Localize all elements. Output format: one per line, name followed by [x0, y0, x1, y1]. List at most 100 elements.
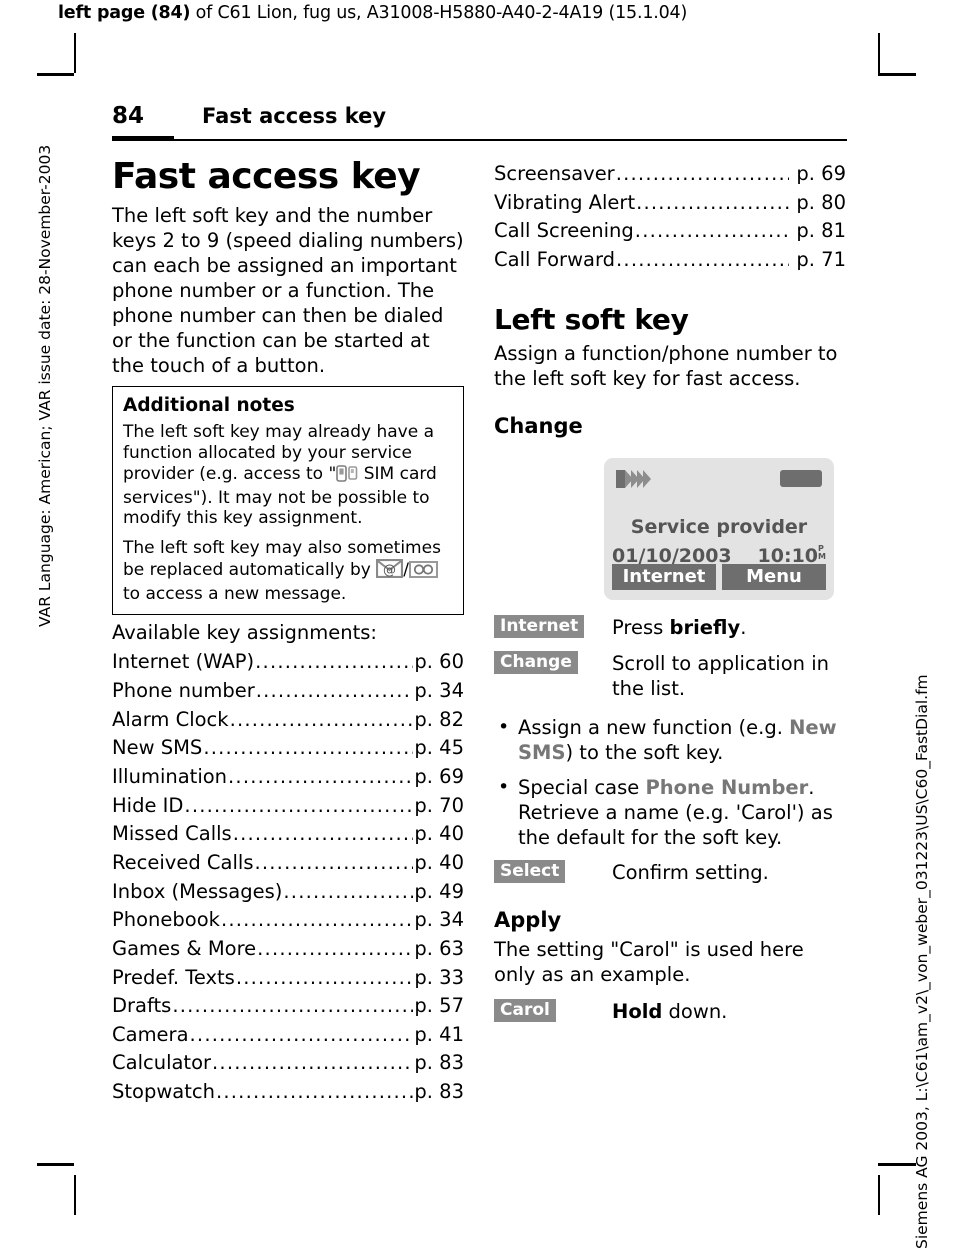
subsection-title-apply: Apply — [494, 908, 562, 933]
crop-mark-bottom-left-vertical — [74, 1175, 76, 1215]
list-item: Screensaver.............................… — [494, 160, 846, 189]
dot-leader: ........................................… — [232, 822, 414, 846]
crop-mark-top-left-vertical — [74, 33, 76, 73]
list-item-label: Call Screening — [494, 219, 634, 243]
list-item-label: Predef. Texts — [112, 965, 235, 989]
phone-softkey-bar: Internet Menu — [612, 563, 826, 590]
list-item-page-ref: p. 33 — [414, 965, 464, 989]
dot-leader: ........................................… — [220, 908, 414, 932]
section-title-left-soft-key: Left soft key — [494, 302, 689, 336]
list-item-page-ref: p. 82 — [414, 707, 464, 731]
list-item: Call Screening..........................… — [494, 217, 846, 246]
assignments-list-continued: Screensaver.............................… — [494, 160, 846, 275]
list-item-page-ref: p. 71 — [796, 247, 846, 271]
list-item-page-ref: p. 69 — [796, 162, 846, 185]
list-item: Phonebook...............................… — [112, 906, 464, 935]
dot-leader: ........................................… — [257, 936, 414, 960]
list-item: Games & More............................… — [112, 935, 464, 964]
step-text-bold: Hold — [612, 1000, 663, 1024]
list-item-label: New SMS — [112, 736, 203, 760]
list-item-page-ref: p. 34 — [414, 678, 464, 702]
dot-leader: ........................................… — [235, 965, 414, 989]
phone-provider-label: Service provider — [630, 515, 808, 538]
running-head: left page (84) of C61 Lion, fug us, A310… — [58, 3, 687, 23]
list-item-page-ref: p. 63 — [414, 936, 464, 960]
crop-mark-top-right-vertical — [878, 33, 880, 73]
crop-mark-bottom-left-horizontal — [37, 1163, 74, 1166]
header-rule — [112, 139, 847, 141]
list-item: New SMS.................................… — [112, 734, 464, 763]
key-chip-carol[interactable]: Carol — [494, 999, 556, 1023]
dot-leader: ........................................… — [616, 247, 789, 271]
list-item-page-ref: p. 45 — [414, 736, 464, 760]
right-column: Screensaver.............................… — [494, 158, 846, 1037]
dot-leader: ........................................… — [636, 190, 790, 214]
list-item-page-ref: p. 80 — [796, 190, 846, 214]
list-item-label: Phone number — [112, 678, 255, 702]
dot-leader: ........................................… — [615, 162, 790, 185]
header-rule-thick — [112, 136, 174, 141]
key-chip-internet[interactable]: Internet — [494, 614, 585, 638]
running-head-rest: of C61 Lion, fug us, A31008-H5880-A40-2-… — [190, 3, 688, 23]
list-item: Camera..................................… — [112, 1021, 464, 1050]
list-item: Received Calls..........................… — [112, 849, 464, 878]
list-item-label: Camera — [112, 1022, 189, 1046]
bullet-text-pre: Special case — [518, 776, 646, 800]
step-text-part-2: . — [740, 615, 747, 639]
page-header: 84 Fast access key — [112, 103, 847, 129]
additional-notes-box: Additional notes The left soft key may a… — [112, 386, 464, 616]
list-item-page-ref: p. 40 — [414, 822, 464, 846]
step-key-column: Internet — [494, 614, 594, 638]
list-item-label: Hide ID — [112, 793, 184, 817]
additional-notes-paragraph-1: The left soft key may already have a fun… — [123, 422, 453, 529]
assignments-list-heading: Available key assignments: — [112, 621, 377, 645]
dot-leader: ........................................… — [283, 879, 413, 903]
list-item-label: Internet (WAP) — [112, 650, 255, 674]
dot-leader: ........................................… — [255, 678, 414, 702]
list-item: Stopwatch...............................… — [112, 1078, 464, 1107]
step-key-column: Select — [494, 860, 594, 884]
list-item-page-ref: p. 60 — [414, 650, 464, 674]
battery-icon — [780, 469, 822, 487]
step-key-column: Change — [494, 651, 594, 675]
page-number: 84 — [112, 103, 145, 129]
key-chip-change[interactable]: Change — [494, 651, 578, 675]
bullet-text-pre: Assign a new function (e.g. — [518, 716, 790, 740]
signal-strength-icon — [616, 469, 651, 488]
ampm-bottom: M — [818, 551, 826, 561]
voicemail-icon — [408, 560, 438, 584]
section-intro-paragraph: Assign a function/phone number to the le… — [494, 341, 838, 390]
list-item-page-ref: p. 70 — [414, 793, 464, 817]
step-row-internet: Internet Press briefly. — [494, 614, 846, 641]
step-text-plain: down. — [662, 1000, 728, 1024]
list-item-label: Received Calls — [112, 850, 254, 874]
crop-mark-bottom-right-horizontal — [878, 1163, 916, 1166]
list-item-label: Call Forward — [494, 247, 616, 271]
list-item: Missed Calls............................… — [112, 820, 464, 849]
list-item-page-ref: p. 81 — [796, 219, 846, 243]
list-item-label: Alarm Clock — [112, 707, 229, 731]
dot-leader: ........................................… — [172, 994, 414, 1018]
dot-leader: ........................................… — [634, 219, 790, 243]
phone-softkey-left[interactable]: Internet — [612, 563, 716, 590]
list-item: Illumination............................… — [112, 763, 464, 792]
step-text-internet: Press briefly. — [594, 616, 846, 641]
list-item: Special case Phone Number. Retrieve a na… — [494, 775, 846, 851]
list-item-page-ref: p. 49 — [414, 879, 464, 903]
mail-at-icon: @ — [376, 558, 404, 584]
step-text-change: Scroll to application in the list. — [612, 652, 829, 701]
dot-leader: ........................................… — [255, 650, 414, 674]
dot-leader: ........................................… — [254, 850, 414, 874]
list-item: Call Forward............................… — [494, 246, 846, 275]
key-chip-select[interactable]: Select — [494, 860, 566, 884]
list-item: Vibrating Alert.........................… — [494, 189, 846, 218]
list-item-label: Stopwatch — [112, 1080, 215, 1104]
list-item-page-ref: p. 83 — [414, 1080, 464, 1104]
list-item-label: Illumination — [112, 764, 228, 788]
phone-softkey-right[interactable]: Menu — [722, 563, 826, 590]
phone-ampm-label: PM — [818, 544, 826, 561]
list-item: Calculator..............................… — [112, 1049, 464, 1078]
list-item: Assign a new function (e.g. New SMS) to … — [494, 715, 846, 766]
list-item: Hide ID.................................… — [112, 792, 464, 821]
list-item-page-ref: p. 83 — [414, 1051, 464, 1075]
